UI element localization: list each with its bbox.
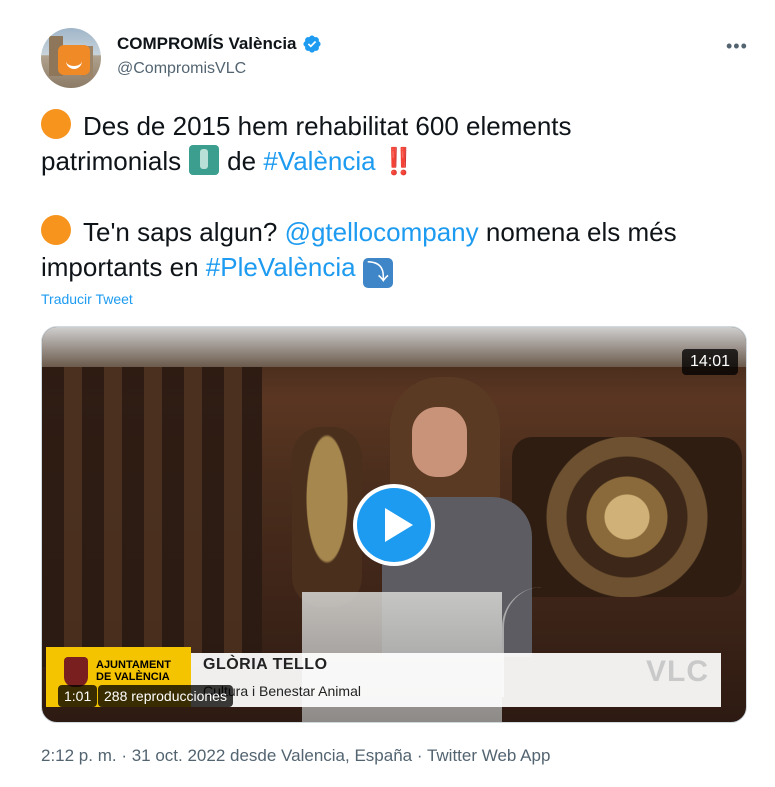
org-line-1: AJUNTAMENT <box>96 659 171 671</box>
avatar[interactable] <box>41 28 101 88</box>
video-scene-top <box>42 327 746 367</box>
play-icon <box>385 508 413 542</box>
more-options-icon[interactable]: ••• <box>726 36 748 57</box>
lower-third-bar: GLÒRIA TELLO Cultura i Benestar Animal V… <box>191 653 721 707</box>
tweet-line-3: Te'n saps algun? @gtellocompany nomena e… <box>41 215 741 250</box>
tweet-line-1: Des de 2015 hem rehabilitat 600 elements <box>41 109 741 144</box>
play-button[interactable] <box>353 484 435 566</box>
verified-badge-icon <box>302 35 321 53</box>
video-scene-rosette <box>512 437 742 597</box>
video-duration-badge: 14:01 <box>681 349 738 375</box>
video-view-count: 288 reproducciones <box>98 685 233 707</box>
play-button-circle <box>357 488 431 562</box>
logo-smile <box>66 59 82 69</box>
video-scene-panel <box>42 367 262 667</box>
tweet-text: Des de 2015 hem rehabilitat 600 elements… <box>41 109 741 288</box>
tweet-line-3-post: nomena els més <box>485 217 677 247</box>
meta-separator: · <box>116 746 132 765</box>
video-scene-ornament <box>292 427 362 607</box>
valencia-crest-icon <box>64 657 88 687</box>
tweet-line-4: importants en #PleValència ⤵ <box>41 250 741 288</box>
speaker-name: GLÒRIA TELLO <box>203 656 328 673</box>
tweet-time-link[interactable]: 2:12 p. m. <box>41 746 117 765</box>
hashtag-valencia-link[interactable]: #València <box>263 146 375 176</box>
tweet-line-2-mid: de <box>227 146 257 176</box>
tweet-metadata: 2:12 p. m. · 31 oct. 2022 desde Valencia… <box>41 746 550 766</box>
hashtag-plevalencia-link[interactable]: #PleValència <box>206 252 356 282</box>
tweet-line-2: patrimonials de #València ‼️ <box>41 144 741 179</box>
meta-separator: · <box>412 746 427 765</box>
tweet-line-4-pre: importants en <box>41 252 199 282</box>
author-name-row[interactable]: COMPROMÍS València <box>117 34 322 54</box>
speaker-face <box>412 407 467 477</box>
tweet-client: Twitter Web App <box>426 746 551 765</box>
video-player[interactable]: 14:01 AJUNTAMENT DE VALÈNCIA GLÒRIA TELLO… <box>41 326 747 723</box>
translate-tweet-link[interactable]: Traducir Tweet <box>41 291 133 307</box>
author-name[interactable]: COMPROMÍS València <box>117 34 297 54</box>
video-elapsed-time: 1:01 <box>58 685 98 707</box>
ajuntament-label: AJUNTAMENT DE VALÈNCIA <box>96 659 171 683</box>
vlc-watermark: VLC <box>646 655 709 688</box>
orange-circle-icon <box>41 109 71 139</box>
mention-gtellocompany-link[interactable]: @gtellocompany <box>285 217 479 247</box>
tweet-line-3-pre: Te'n saps algun? <box>83 217 278 247</box>
tweet-line-2-pre: patrimonials <box>41 146 182 176</box>
statue-of-liberty-icon <box>189 145 220 175</box>
author-handle[interactable]: @CompromisVLC <box>117 60 246 78</box>
double-exclamation-icon: ‼️ <box>382 146 416 176</box>
arrow-down-icon: ⤵ <box>362 258 393 288</box>
org-line-2: DE VALÈNCIA <box>96 671 170 683</box>
compromis-logo <box>58 45 90 75</box>
tweet-date-link[interactable]: 31 oct. 2022 desde Valencia, España <box>132 746 412 765</box>
tweet-line-1-text: Des de 2015 hem rehabilitat 600 elements <box>83 111 572 141</box>
orange-circle-icon <box>41 215 71 245</box>
